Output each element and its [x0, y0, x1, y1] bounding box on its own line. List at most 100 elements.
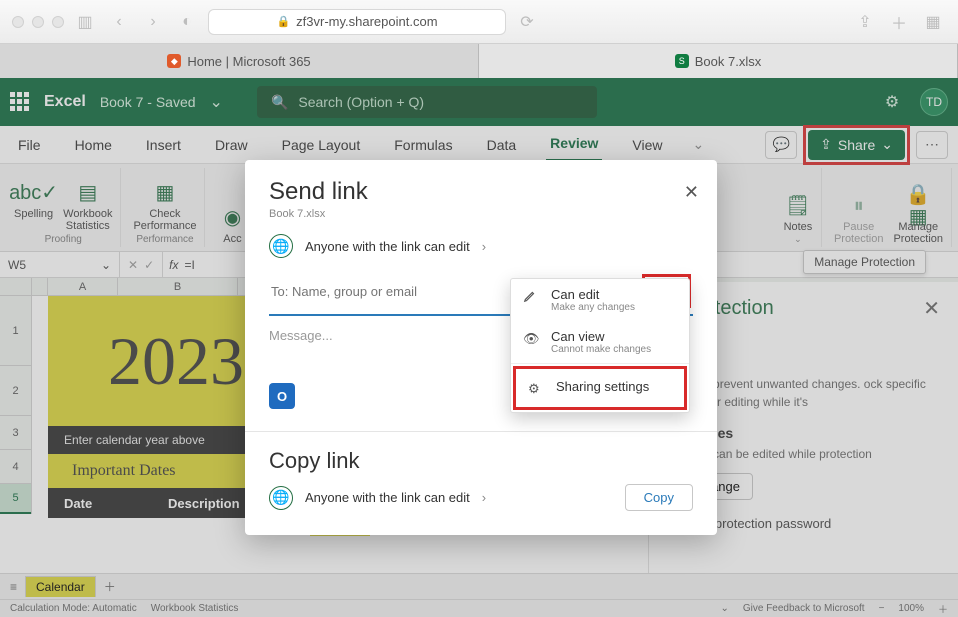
accept-formula-icon[interactable]: ✓ — [144, 258, 154, 272]
manage-protection-button[interactable]: 🔒▦Manage Protection — [893, 193, 943, 245]
row-header-2[interactable]: 2 — [0, 366, 31, 416]
copy-button[interactable]: Copy — [625, 484, 693, 511]
tab-label: Home | Microsoft 365 — [187, 54, 310, 69]
add-sheet-icon[interactable]: ＋ — [104, 578, 116, 595]
zoom-window-icon[interactable] — [52, 16, 64, 28]
all-sheets-icon[interactable]: ≡ — [10, 580, 17, 594]
formula-input[interactable]: =I — [184, 258, 194, 272]
minimize-window-icon[interactable] — [32, 16, 44, 28]
highlight-share: ⇪ Share ⌄ — [803, 125, 910, 165]
perm-can-edit[interactable]: Can editMake any changes — [511, 279, 689, 321]
tabs-icon[interactable]: ▦ — [920, 11, 946, 33]
status-bar: Calculation Mode: Automatic Workbook Sta… — [0, 599, 958, 617]
ms365-icon: ◆ — [167, 54, 181, 68]
permission-menu: Can editMake any changes 👁 Can viewCanno… — [510, 278, 690, 413]
sheet-tab-calendar[interactable]: Calendar — [25, 576, 96, 597]
doc-dropdown-icon[interactable]: ⌄ — [210, 92, 223, 112]
new-tab-icon[interactable]: ＋ — [886, 11, 912, 33]
close-dialog-icon[interactable]: ✕ — [684, 182, 699, 203]
group-label: Proofing — [45, 234, 82, 245]
tab-view[interactable]: View — [628, 129, 666, 161]
back-icon[interactable]: ‹ — [106, 11, 132, 33]
ribbon-tab-bar: File Home Insert Draw Page Layout Formul… — [0, 126, 958, 164]
tab-review[interactable]: Review — [546, 127, 602, 162]
spelling-button[interactable]: abc✓Spelling — [14, 180, 53, 232]
sidebar-toggle-icon[interactable]: ▥ — [72, 11, 98, 33]
reload-icon[interactable]: ⟳ — [514, 11, 540, 33]
accessibility-button[interactable]: ◉Acc — [217, 205, 247, 245]
tab-draw[interactable]: Draw — [211, 129, 252, 161]
tab-home[interactable]: Home — [71, 129, 116, 161]
name-box[interactable]: W5⌄ — [0, 252, 120, 277]
select-all-corner[interactable] — [0, 278, 32, 295]
workbook-statistics-button[interactable]: ▤Workbook Statistics — [63, 180, 112, 232]
copy-link-scope-button[interactable]: 🌐 Anyone with the link can edit › — [269, 486, 486, 510]
link-scope-button[interactable]: 🌐 Anyone with the link can edit › — [269, 234, 693, 258]
forward-icon[interactable]: › — [140, 11, 166, 33]
close-window-icon[interactable] — [12, 16, 24, 28]
excel-file-icon: S — [675, 54, 689, 68]
excel-header: Excel Book 7 - Saved ⌄ 🔍 Search (Option … — [0, 78, 958, 126]
row-header-5[interactable]: 5 — [0, 484, 31, 514]
browser-tab-bar: ◆ Home | Microsoft 365 S Book 7.xlsx — [0, 44, 958, 78]
group-label: Performance — [136, 234, 193, 245]
doc-title[interactable]: Book 7 - Saved — [100, 94, 196, 110]
share-button[interactable]: ⇪ Share ⌄ — [808, 130, 905, 160]
zoom-out-icon[interactable]: − — [879, 603, 885, 614]
tab-insert[interactable]: Insert — [142, 129, 185, 161]
settings-icon[interactable]: ⚙ — [878, 88, 906, 116]
chevron-down-icon: ⌄ — [881, 136, 893, 153]
outlook-icon[interactable]: O — [269, 383, 295, 409]
col-gutter — [32, 278, 48, 295]
scope-label: Anyone with the link can edit — [305, 239, 470, 254]
manage-protection-tooltip: Manage Protection — [803, 250, 926, 274]
share-os-icon[interactable]: ⇪ — [852, 11, 878, 33]
wb-stats-status[interactable]: Workbook Statistics — [151, 603, 239, 614]
zoom-in-icon[interactable]: ＋ — [938, 601, 948, 616]
check-performance-button[interactable]: ▦Check Performance — [133, 180, 196, 232]
pencil-icon — [523, 287, 541, 303]
notes-button[interactable]: 🗒Notes⌄ — [783, 193, 813, 245]
app-name: Excel — [44, 93, 86, 111]
col-header-a[interactable]: A — [48, 278, 118, 295]
browser-tab-home[interactable]: ◆ Home | Microsoft 365 — [0, 44, 479, 78]
more-button[interactable]: ⋯ — [916, 131, 948, 159]
address-text: zf3vr-my.sharepoint.com — [296, 14, 437, 29]
chevron-down-icon[interactable]: ⌄ — [101, 258, 111, 272]
eye-icon: 👁 — [523, 329, 541, 347]
tab-file[interactable]: File — [14, 129, 45, 161]
app-launcher-icon[interactable] — [10, 92, 30, 112]
row-header-4[interactable]: 4 — [0, 450, 31, 484]
comments-button[interactable]: 💬 — [765, 131, 797, 159]
tab-formulas[interactable]: Formulas — [390, 129, 456, 161]
chevron-right-icon: › — [482, 490, 486, 505]
cancel-formula-icon[interactable]: ✕ — [128, 258, 138, 272]
pause-protection-button[interactable]: ⏸Pause Protection — [834, 193, 884, 245]
perm-can-view[interactable]: 👁 Can viewCannot make changes — [511, 321, 689, 363]
help-dropdown-icon[interactable]: ⌄ — [720, 603, 728, 614]
divider — [245, 431, 717, 432]
row-header-1[interactable]: 1 — [0, 296, 31, 366]
sheet-tab-bar: ≡ Calendar ＋ — [0, 573, 958, 599]
tab-data[interactable]: Data — [483, 129, 521, 161]
browser-tab-book7[interactable]: S Book 7.xlsx — [479, 44, 958, 78]
browser-toolbar: ▥ ‹ › ◐ 🔒 zf3vr-my.sharepoint.com ⟳ ⇪ ＋ … — [0, 0, 958, 44]
avatar[interactable]: TD — [920, 88, 948, 116]
search-input[interactable]: 🔍 Search (Option + Q) — [257, 86, 597, 118]
ribbon-chevron-icon[interactable]: ⌄ — [693, 136, 705, 153]
search-placeholder: Search (Option + Q) — [298, 94, 424, 110]
gear-icon: ⚙ — [528, 379, 546, 397]
shield-icon[interactable]: ◐ — [174, 11, 200, 33]
share-icon: ⇪ — [820, 136, 832, 153]
col-date-label: Date — [48, 496, 168, 511]
calc-mode[interactable]: Calculation Mode: Automatic — [10, 603, 137, 614]
row-header-3[interactable]: 3 — [0, 416, 31, 450]
col-header-b[interactable]: B — [118, 278, 238, 295]
feedback-link[interactable]: Give Feedback to Microsoft — [743, 603, 865, 614]
tab-page-layout[interactable]: Page Layout — [278, 129, 365, 161]
close-panel-icon[interactable]: ✕ — [923, 296, 940, 321]
address-bar[interactable]: 🔒 zf3vr-my.sharepoint.com — [208, 9, 506, 35]
sharing-settings-item[interactable]: ⚙ Sharing settings — [513, 366, 687, 410]
zoom-level[interactable]: 100% — [898, 603, 924, 614]
fx-icon[interactable]: fx — [163, 258, 184, 272]
